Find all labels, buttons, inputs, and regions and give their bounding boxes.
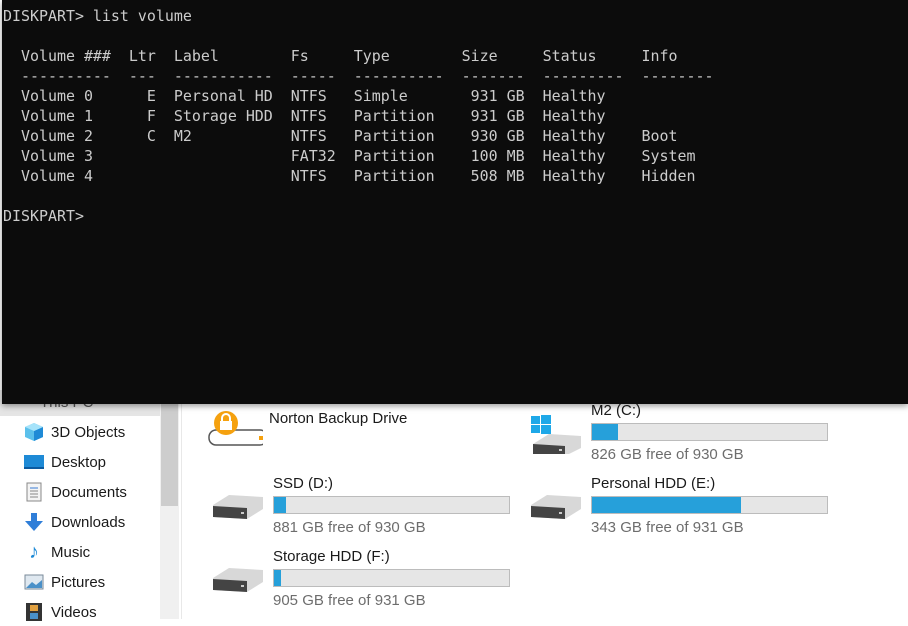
drive-f[interactable]: Storage HDD (F:) 905 GB free of 931 GB <box>211 548 511 618</box>
drive-icon <box>213 568 263 592</box>
nav-label: Downloads <box>51 513 126 531</box>
drive-name: Personal HDD (E:) <box>591 475 716 492</box>
film-icon <box>23 602 45 622</box>
table-row: Volume 3 FAT32 Partition 100 MB Healthy … <box>3 147 696 165</box>
music-note-icon: ♪ <box>29 540 39 563</box>
free-space: 826 GB free of 930 GB <box>591 446 744 463</box>
document-icon <box>23 482 45 502</box>
drive-icon <box>531 495 581 519</box>
table-row: Volume 4 NTFS Partition 508 MB Healthy H… <box>3 167 696 185</box>
drive-norton-backup[interactable]: Norton Backup Drive <box>207 410 507 480</box>
nav-videos[interactable]: Videos <box>0 598 160 626</box>
drive-c[interactable]: M2 (C:) 826 GB free of 930 GB <box>529 402 829 472</box>
table-row: Volume 1 F Storage HDD NTFS Partition 93… <box>3 107 606 125</box>
usage-fill <box>274 570 281 586</box>
nav-label: Videos <box>51 603 97 621</box>
usage-fill <box>592 497 741 513</box>
drive-name: SSD (D:) <box>273 475 333 492</box>
nav-downloads[interactable]: Downloads <box>0 508 160 536</box>
drive-name: Norton Backup Drive <box>269 410 408 427</box>
nav-desktop[interactable]: Desktop <box>0 448 160 476</box>
usage-bar <box>273 569 510 587</box>
nav-3d-objects[interactable]: 3D Objects <box>0 418 160 446</box>
nav-music[interactable]: ♪ Music <box>0 538 160 566</box>
nav-documents[interactable]: Documents <box>0 478 160 506</box>
usage-fill <box>592 424 619 440</box>
nav-label: Pictures <box>51 573 106 591</box>
drive-name: M2 (C:) <box>591 402 641 419</box>
usage-bar <box>591 423 828 441</box>
drive-name: Storage HDD (F:) <box>273 548 390 565</box>
drive-e[interactable]: Personal HDD (E:) 343 GB free of 931 GB <box>529 475 829 545</box>
console-output: DISKPART> list volume Volume ### Ltr Lab… <box>3 6 713 226</box>
norton-lock-drive-icon <box>208 411 263 446</box>
picture-icon <box>23 572 45 592</box>
download-arrow-icon <box>23 512 45 532</box>
free-space: 881 GB free of 930 GB <box>273 519 426 536</box>
nav-label: 3D Objects <box>51 423 126 441</box>
free-space: 343 GB free of 931 GB <box>591 519 744 536</box>
command-line: DISKPART> list volume <box>3 7 192 25</box>
table-separator: ---------- --- ----------- ----- -------… <box>3 67 714 85</box>
pane-divider <box>181 380 182 619</box>
nav-pictures[interactable]: Pictures <box>0 568 160 596</box>
windows-drive-icon <box>531 415 581 454</box>
nav-label: Music <box>51 543 91 561</box>
nav-label: Documents <box>51 483 127 501</box>
nav-label: Desktop <box>51 453 107 471</box>
drive-icon <box>213 495 263 519</box>
nav-pane-scrollbar[interactable] <box>160 380 179 619</box>
table-row: Volume 0 E Personal HD NTFS Simple 931 G… <box>3 87 606 105</box>
usage-bar <box>273 496 510 514</box>
drive-d[interactable]: SSD (D:) 881 GB free of 930 GB <box>211 475 511 545</box>
navigation-pane: This PC 3D Objects Desktop Documents Dow… <box>0 380 160 621</box>
free-space: 905 GB free of 931 GB <box>273 592 426 609</box>
usage-bar <box>591 496 828 514</box>
cube-icon <box>23 422 45 442</box>
table-header: Volume ### Ltr Label Fs Type Size Status… <box>3 47 678 65</box>
diskpart-console[interactable]: DISKPART> list volume Volume ### Ltr Lab… <box>2 0 908 404</box>
desktop-icon <box>23 452 45 472</box>
prompt[interactable]: DISKPART> <box>3 206 713 226</box>
table-row: Volume 2 C M2 NTFS Partition 930 GB Heal… <box>3 127 678 145</box>
usage-fill <box>274 497 287 513</box>
